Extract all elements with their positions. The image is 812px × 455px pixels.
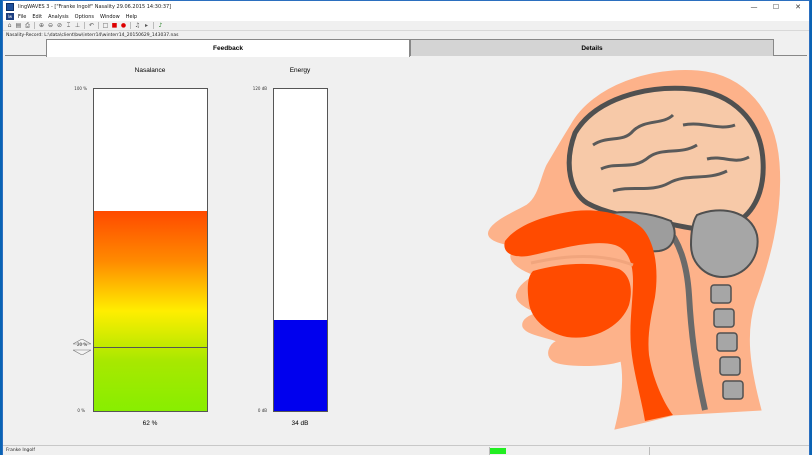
zoom-fit-icon[interactable]: ⊘ — [56, 22, 63, 29]
marker-icon[interactable]: ⊥ — [74, 22, 81, 29]
window-title: lingWAVES 3 - ["Franke Ingolf" Nasality … — [18, 3, 172, 10]
window-controls: — ☐ ✕ — [743, 1, 809, 12]
forward-icon[interactable]: ▸ — [143, 22, 150, 29]
toolbar-separator — [98, 22, 99, 29]
nasalance-title: Nasalance — [134, 67, 166, 74]
status-user-name: Franke Ingolf — [6, 448, 35, 453]
toolbar-separator — [130, 22, 131, 29]
nasalance-meter — [93, 88, 208, 412]
status-indicator — [490, 448, 506, 454]
menu-help[interactable]: Help — [126, 14, 137, 20]
nasalance-value: 62 % — [142, 420, 158, 427]
menu-analysis[interactable]: Analysis — [48, 14, 69, 20]
energy-axis-max: 120 dB — [252, 86, 267, 91]
record-icon[interactable]: ■ — [111, 22, 118, 29]
status-separator — [649, 447, 650, 455]
play-icon[interactable]: ● — [120, 22, 127, 29]
head-cross-section-illustration — [488, 69, 781, 430]
speaker-icon[interactable]: ♫ — [134, 22, 141, 29]
print-icon[interactable]: ⎙ — [24, 22, 31, 29]
toolbar-separator — [84, 22, 85, 29]
document-icon[interactable]: lw — [6, 13, 14, 20]
title-bar: lingWAVES 3 - ["Franke Ingolf" Nasality … — [3, 1, 809, 12]
save-icon[interactable]: ▤ — [15, 22, 22, 29]
nasalance-threshold-line — [94, 346, 207, 348]
home-icon[interactable]: ⌂ — [6, 22, 13, 29]
toolbar: ⌂ ▤ ⎙ ⊕ ⊖ ⊘ ⌶ ⊥ ↶ □ ■ ● ♫ ▸ ♪ — [3, 21, 809, 31]
stop-icon[interactable]: □ — [102, 22, 109, 29]
menu-options[interactable]: Options — [75, 14, 94, 20]
zoom-out-icon[interactable]: ⊖ — [47, 22, 54, 29]
menu-edit[interactable]: Edit — [32, 14, 42, 20]
minimize-button[interactable]: — — [743, 1, 765, 12]
energy-axis-min: 0 dB — [257, 408, 267, 413]
audio-device-icon[interactable]: ♪ — [157, 22, 164, 29]
nasalance-axis-max: 100 % — [74, 86, 87, 91]
energy-value: 34 dB — [291, 420, 309, 427]
tab-details[interactable]: Details — [410, 39, 774, 56]
record-path: Nasality-Record: L:\data\client\bw\inter… — [3, 32, 809, 39]
menu-window[interactable]: Window — [100, 14, 120, 20]
status-bar: Franke Ingolf — [3, 445, 809, 455]
toolbar-separator — [153, 22, 154, 29]
energy-level-bar — [274, 319, 327, 411]
tab-strip: Feedback Details — [5, 39, 807, 57]
energy-title: Energy — [289, 67, 311, 74]
threshold-value-label: 20 % — [77, 341, 88, 347]
energy-meter — [273, 88, 328, 412]
nasalance-axis-min: 0 % — [77, 408, 85, 413]
menu-file[interactable]: File — [18, 14, 26, 20]
tab-feedback[interactable]: Feedback — [46, 39, 410, 57]
app-icon — [6, 2, 14, 11]
record-path-text: Nasality-Record: L:\data\client\bw\inter… — [6, 33, 179, 38]
menu-bar: lw File Edit Analysis Options Window Hel… — [3, 12, 809, 21]
close-button[interactable]: ✕ — [787, 1, 809, 12]
toolbar-separator — [34, 22, 35, 29]
undo-icon[interactable]: ↶ — [88, 22, 95, 29]
cursor-icon[interactable]: ⌶ — [65, 22, 72, 29]
nasalance-level-bar — [94, 211, 207, 411]
zoom-in-icon[interactable]: ⊕ — [38, 22, 45, 29]
feedback-panel: Nasalance 100 % 0 % 20 % 62 % Energy 120… — [5, 57, 807, 445]
app-window: lingWAVES 3 - ["Franke Ingolf" Nasality … — [2, 0, 810, 455]
maximize-button[interactable]: ☐ — [765, 1, 787, 12]
